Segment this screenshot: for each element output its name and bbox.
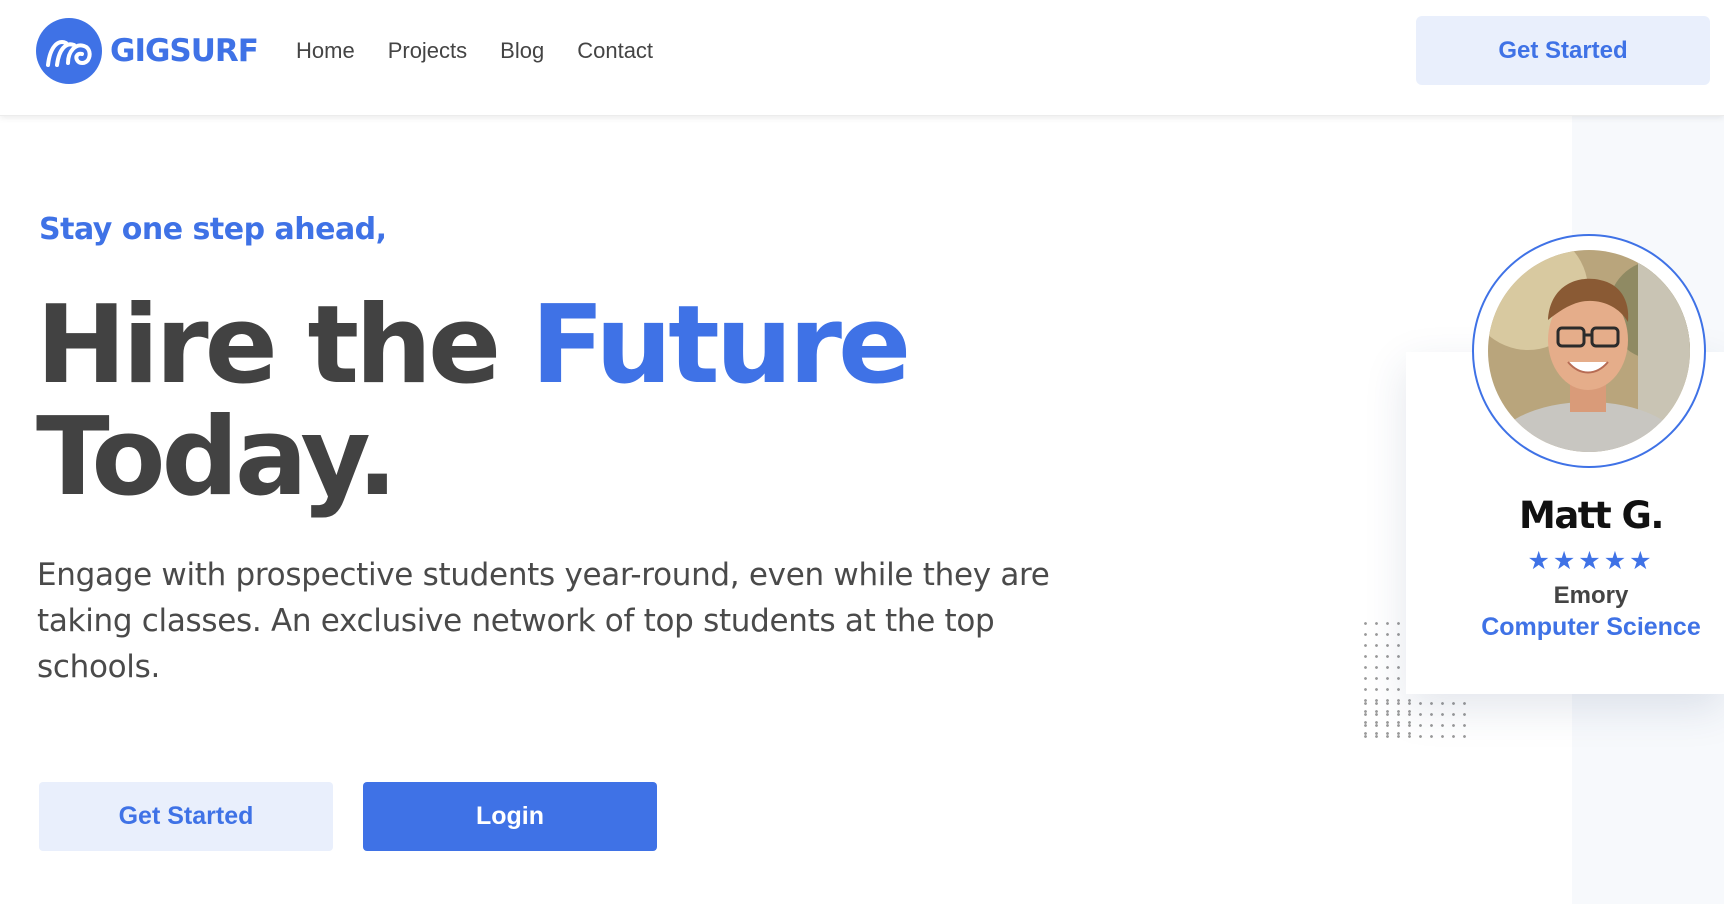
profile-major: Computer Science bbox=[1481, 613, 1701, 641]
headline-part2: Today. bbox=[36, 395, 398, 520]
nav-item-home[interactable]: Home bbox=[296, 36, 355, 66]
brand-logo[interactable]: GIGSURF bbox=[36, 18, 259, 84]
site-header: GIGSURF Home Projects Blog Contact Get S… bbox=[0, 0, 1724, 116]
avatar-ring bbox=[1472, 234, 1706, 468]
rating-stars-icon: ★★★★★ bbox=[1527, 546, 1655, 575]
wave-icon bbox=[36, 18, 102, 84]
brand-name: GIGSURF bbox=[110, 33, 259, 69]
nav-item-projects[interactable]: Projects bbox=[388, 36, 467, 66]
nav-item-contact[interactable]: Contact bbox=[577, 36, 653, 66]
main-nav: Home Projects Blog Contact bbox=[296, 36, 686, 66]
dot-pattern-decoration bbox=[1360, 698, 1474, 744]
header-get-started-button[interactable]: Get Started bbox=[1416, 16, 1710, 85]
hero-headline: Hire the Future Today. bbox=[36, 290, 911, 514]
headline-part1: Hire the bbox=[36, 283, 531, 408]
avatar bbox=[1488, 250, 1690, 452]
nav-item-blog[interactable]: Blog bbox=[500, 36, 544, 66]
hero-eyebrow: Stay one step ahead, bbox=[39, 212, 387, 247]
hero-get-started-button[interactable]: Get Started bbox=[39, 782, 333, 851]
profile-school: Emory bbox=[1553, 582, 1629, 609]
hero-subtext: Engage with prospective students year-ro… bbox=[37, 557, 1050, 685]
profile-name: Matt G. bbox=[1519, 494, 1664, 537]
headline-accent: Future bbox=[530, 283, 911, 408]
login-button[interactable]: Login bbox=[363, 782, 657, 851]
